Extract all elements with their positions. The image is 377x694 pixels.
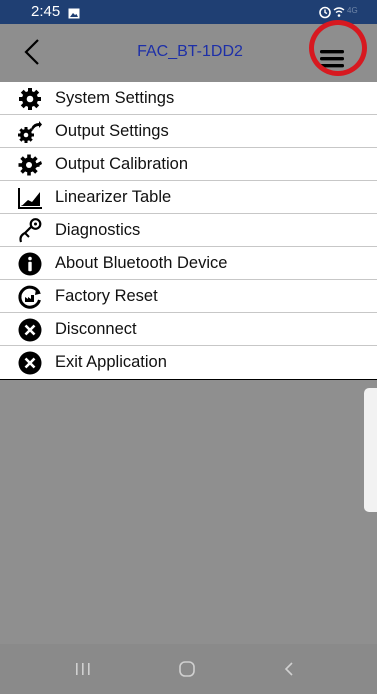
menu-item-label: Diagnostics (55, 221, 141, 239)
status-time: 2:45 (31, 3, 61, 20)
back-icon (284, 662, 293, 676)
close-circle-icon (17, 350, 43, 376)
content-area (0, 384, 377, 644)
menu-button[interactable] (308, 37, 354, 77)
stethoscope-icon (17, 218, 43, 244)
chevron-left-icon (24, 39, 39, 65)
info-icon (17, 251, 43, 277)
menu-item-label: Output Calibration (55, 155, 188, 173)
menu-item-exit-application[interactable]: Exit Application (0, 346, 377, 380)
menu-item-disconnect[interactable]: Disconnect (0, 313, 377, 346)
home-icon (179, 661, 195, 677)
lte-icon: 4G (347, 6, 358, 15)
app-bar: FAC_BT-1DD2 (0, 24, 377, 82)
gallery-icon (68, 6, 80, 24)
scrollbar[interactable] (364, 388, 377, 512)
gear-icon (17, 86, 43, 112)
menu-item-about-bluetooth-device[interactable]: About Bluetooth Device (0, 247, 377, 280)
nav-back-button[interactable] (270, 654, 310, 684)
page-title: FAC_BT-1DD2 (137, 43, 243, 60)
menu-item-factory-reset[interactable]: Factory Reset (0, 280, 377, 313)
menu-item-label: Linearizer Table (55, 188, 172, 206)
recents-icon (76, 663, 90, 675)
status-bar: 2:45 4G (0, 0, 377, 24)
menu-item-output-calibration[interactable]: Output Calibration (0, 148, 377, 181)
menu-item-label: About Bluetooth Device (55, 254, 228, 272)
output-settings-icon (17, 119, 43, 145)
wifi-icon (333, 5, 345, 23)
menu-item-diagnostics[interactable]: Diagnostics (0, 214, 377, 247)
alarm-icon (318, 5, 332, 24)
menu-item-linearizer-table[interactable]: Linearizer Table (0, 181, 377, 214)
menu-item-label: Disconnect (55, 320, 137, 338)
hamburger-menu-icon (320, 50, 344, 68)
menu-item-system-settings[interactable]: System Settings (0, 82, 377, 115)
dropdown-menu: System Settings Output Settings Output C… (0, 82, 377, 380)
back-button[interactable] (18, 33, 54, 73)
menu-item-label: System Settings (55, 89, 175, 107)
menu-item-output-settings[interactable]: Output Settings (0, 115, 377, 148)
menu-item-label: Exit Application (55, 353, 167, 371)
factory-reset-icon (17, 284, 43, 310)
system-nav-bar (0, 644, 377, 694)
recents-button[interactable] (63, 654, 103, 684)
calibration-gear-icon (17, 152, 43, 178)
chart-icon (17, 185, 43, 211)
home-button[interactable] (167, 654, 207, 684)
menu-item-label: Factory Reset (55, 287, 158, 305)
close-circle-icon (17, 317, 43, 343)
menu-item-label: Output Settings (55, 122, 169, 140)
